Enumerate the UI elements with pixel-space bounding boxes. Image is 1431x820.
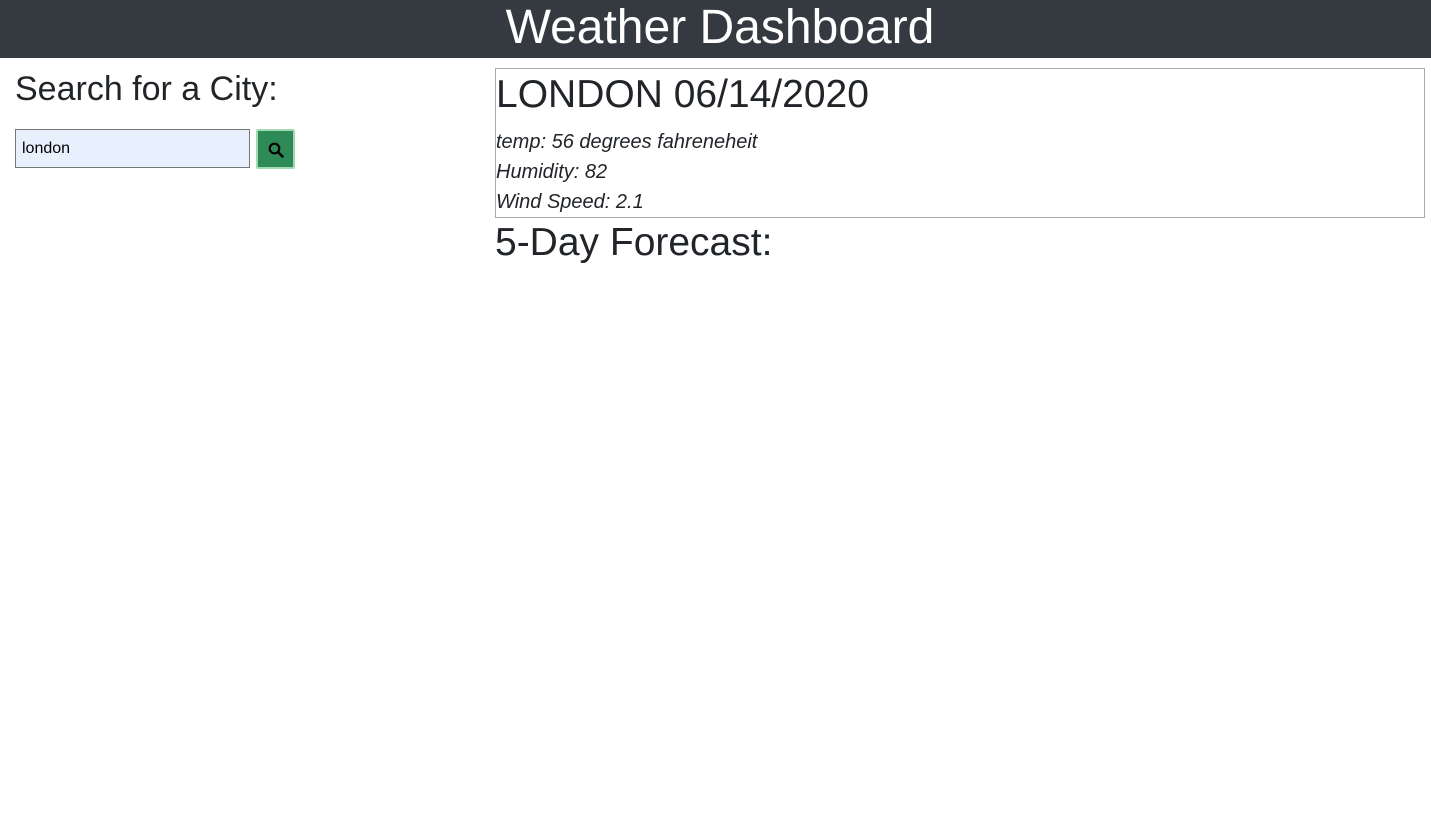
page-title: Weather Dashboard xyxy=(505,1,935,54)
wind-value: 2.1 xyxy=(615,191,644,213)
humidity-value: 82 xyxy=(584,161,608,183)
search-heading: Search for a City: xyxy=(15,70,278,108)
search-icon xyxy=(268,142,284,158)
temperature-line: temp: 56 degrees fahreneheit xyxy=(496,130,757,154)
temp-label: temp: xyxy=(496,131,547,153)
wind-speed-line: Wind Speed: 2.1 xyxy=(496,190,644,214)
city-name: LONDON xyxy=(496,73,663,116)
search-button[interactable] xyxy=(256,129,295,169)
humidity-line: Humidity: 82 xyxy=(496,160,607,184)
wind-label: Wind Speed: xyxy=(496,191,611,213)
header-bar: Weather Dashboard xyxy=(0,0,1431,58)
humidity-label: Humidity: xyxy=(496,161,580,183)
temp-value: 56 xyxy=(551,131,574,153)
current-date: 06/14/2020 xyxy=(673,73,869,116)
city-search-input[interactable] xyxy=(15,129,250,168)
temp-unit: degrees fahreneheit xyxy=(579,131,758,153)
current-weather-card: LONDON 06/14/2020 temp: 56 degrees fahre… xyxy=(495,68,1425,218)
forecast-heading: 5-Day Forecast: xyxy=(495,221,773,264)
city-date-heading: LONDON 06/14/2020 xyxy=(496,73,869,117)
